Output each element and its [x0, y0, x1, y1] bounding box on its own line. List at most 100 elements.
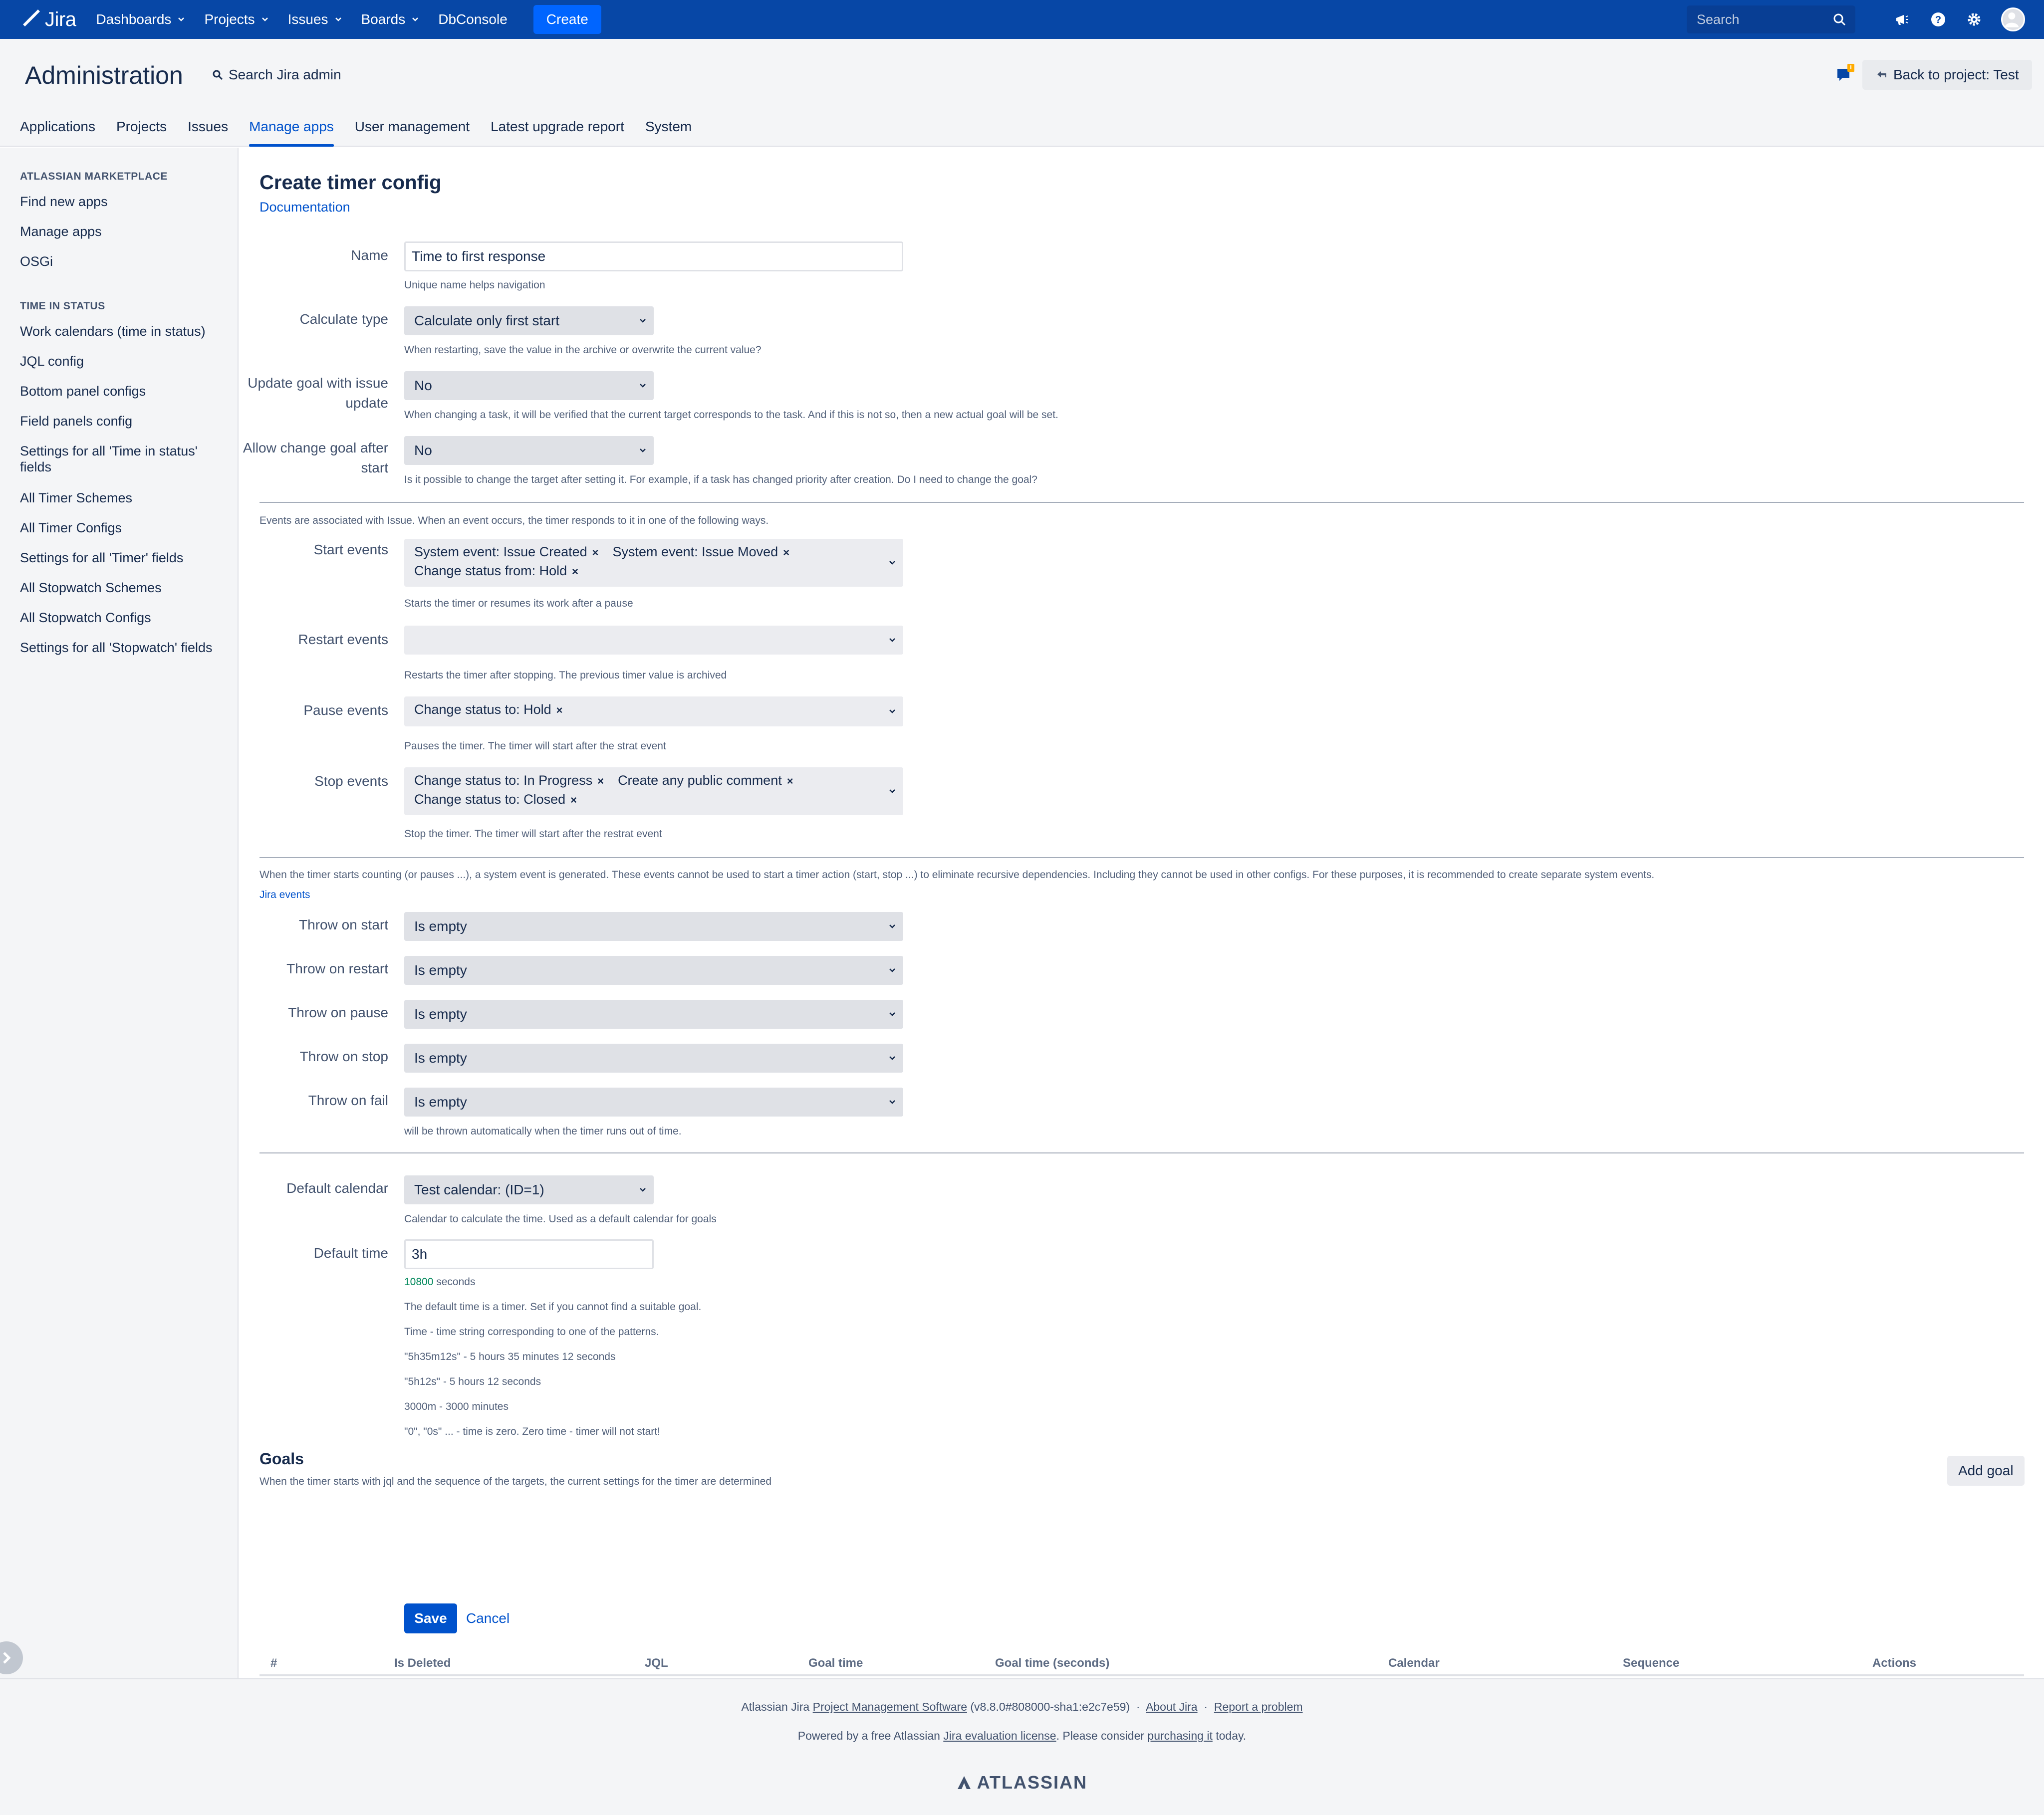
- calculate-type-select[interactable]: Calculate only first start: [404, 306, 654, 335]
- sidebar-item-all-timer-configs[interactable]: All Timer Configs: [20, 520, 230, 536]
- pause-events-multiselect[interactable]: Change status to: Hold ×: [404, 696, 903, 726]
- back-to-project-button[interactable]: Back to project: Test: [1862, 60, 2032, 90]
- remove-tag-icon[interactable]: ×: [597, 775, 604, 787]
- throw-on-fail-label: Throw on fail: [308, 1093, 388, 1108]
- search-icon[interactable]: [1832, 12, 1846, 26]
- nav-issues[interactable]: Issues: [288, 0, 342, 39]
- footer-link-about[interactable]: About Jira: [1146, 1700, 1198, 1713]
- throw-on-start-select[interactable]: Is empty: [404, 912, 903, 941]
- main-content: Create timer config Documentation Name T…: [239, 148, 2044, 1678]
- sidebar-item-jql-config[interactable]: JQL config: [20, 353, 230, 369]
- remove-tag-icon[interactable]: ×: [783, 546, 789, 559]
- admin-search[interactable]: Search Jira admin: [212, 67, 341, 83]
- footer-link-report-problem[interactable]: Report a problem: [1214, 1700, 1303, 1713]
- sidebar-item-osgi[interactable]: OSGi: [20, 253, 230, 269]
- sidebar-item-find-new-apps[interactable]: Find new apps: [20, 194, 230, 210]
- name-input[interactable]: Time to first response: [404, 241, 903, 271]
- remove-tag-icon[interactable]: ×: [572, 565, 578, 578]
- column-header-is-deleted[interactable]: Is Deleted: [394, 1656, 451, 1670]
- footer-link-purchase[interactable]: purchasing it: [1147, 1729, 1212, 1742]
- throw-on-pause-value: Is empty: [414, 1006, 467, 1022]
- default-time-input[interactable]: 3h: [404, 1239, 654, 1269]
- chevron-down-icon: [889, 638, 895, 642]
- column-header-goal-time-seconds[interactable]: Goal time (seconds): [995, 1656, 1109, 1670]
- sidebar-item-settings-timer[interactable]: Settings for all 'Timer' fields: [20, 550, 230, 566]
- throw-on-fail-select[interactable]: Is empty: [404, 1088, 903, 1117]
- sidebar-item-settings-stopwatch[interactable]: Settings for all 'Stopwatch' fields: [20, 640, 230, 656]
- column-header-actions[interactable]: Actions: [1872, 1656, 1916, 1670]
- nav-projects[interactable]: Projects: [204, 0, 268, 39]
- tab-issues[interactable]: Issues: [188, 119, 228, 147]
- throw-on-stop-select[interactable]: Is empty: [404, 1044, 903, 1073]
- column-header-sequence[interactable]: Sequence: [1623, 1656, 1679, 1670]
- tab-system[interactable]: System: [645, 119, 692, 147]
- default-calendar-label: Default calendar: [286, 1180, 388, 1196]
- add-goal-button[interactable]: Add goal: [1947, 1456, 2025, 1486]
- column-header-goal-time[interactable]: Goal time: [808, 1656, 863, 1670]
- sidebar-item-manage-apps[interactable]: Manage apps: [20, 224, 230, 239]
- gear-icon[interactable]: [1965, 10, 1983, 28]
- tab-applications[interactable]: Applications: [20, 119, 95, 147]
- atlassian-logo[interactable]: ATLASSIAN: [0, 1772, 2044, 1793]
- footer-link-license[interactable]: Jira evaluation license: [943, 1729, 1056, 1742]
- column-header-number[interactable]: #: [270, 1656, 277, 1670]
- nav-boards[interactable]: Boards: [361, 0, 420, 39]
- save-button[interactable]: Save: [404, 1603, 457, 1633]
- sidebar-item-settings-time-in-status[interactable]: Settings for all 'Time in status' fields: [20, 443, 230, 475]
- pause-events-hint: Pauses the timer. The timer will start a…: [404, 740, 666, 752]
- remove-tag-icon[interactable]: ×: [787, 775, 793, 787]
- footer-product: Atlassian Jira: [741, 1700, 810, 1713]
- page-title: Administration: [25, 61, 183, 89]
- top-navigation: Jira Dashboards Projects Issues Boards D…: [0, 0, 2044, 39]
- allow-change-select[interactable]: No: [404, 436, 654, 465]
- jira-events-link[interactable]: Jira events: [259, 889, 310, 901]
- jira-logo[interactable]: Jira: [20, 0, 76, 39]
- tab-projects[interactable]: Projects: [116, 119, 167, 147]
- default-calendar-select[interactable]: Test calendar: (ID=1): [404, 1175, 654, 1204]
- footer-link-pm-software[interactable]: Project Management Software: [813, 1700, 967, 1713]
- announcement-icon[interactable]: [1893, 10, 1911, 28]
- remove-tag-icon[interactable]: ×: [592, 546, 599, 559]
- remove-tag-icon[interactable]: ×: [570, 794, 577, 806]
- throw-on-fail-value: Is empty: [414, 1094, 467, 1110]
- nav-dashboards[interactable]: Dashboards: [96, 0, 185, 39]
- chevron-down-icon: [640, 1188, 646, 1192]
- sidebar-item-work-calendars[interactable]: Work calendars (time in status): [20, 323, 230, 339]
- nav-boards-label: Boards: [361, 11, 406, 27]
- stop-events-multiselect[interactable]: Change status to: In Progress × Create any…: [404, 767, 903, 815]
- sidebar-item-all-stopwatch-configs[interactable]: All Stopwatch Configs: [20, 610, 230, 626]
- throw-on-restart-value: Is empty: [414, 962, 467, 978]
- documentation-link[interactable]: Documentation: [259, 200, 350, 215]
- throw-on-start-value: Is empty: [414, 918, 467, 934]
- create-button[interactable]: Create: [533, 5, 601, 34]
- tab-latest-upgrade-report[interactable]: Latest upgrade report: [491, 119, 624, 147]
- tab-user-management[interactable]: User management: [355, 119, 470, 147]
- column-header-calendar[interactable]: Calendar: [1388, 1656, 1440, 1670]
- start-events-label: Start events: [313, 542, 388, 557]
- sidebar-item-all-stopwatch-schemes[interactable]: All Stopwatch Schemes: [20, 580, 230, 596]
- global-search[interactable]: [1687, 5, 1855, 33]
- cancel-link[interactable]: Cancel: [466, 1610, 510, 1626]
- help-icon[interactable]: ?: [1929, 10, 1947, 28]
- stop-event-tag: Change status to: In Progress ×: [414, 771, 604, 790]
- throw-on-pause-label: Throw on pause: [288, 1005, 388, 1020]
- user-avatar[interactable]: [2001, 7, 2025, 31]
- chevron-down-icon: [889, 924, 895, 928]
- nav-dbconsole[interactable]: DbConsole: [438, 0, 508, 39]
- default-time-hint-5: 3000m - 3000 minutes: [404, 1401, 509, 1412]
- default-time-hint-3: "5h35m12s" - 5 hours 35 minutes 12 secon…: [404, 1351, 616, 1362]
- feedback-icon[interactable]: [1834, 62, 1856, 84]
- update-goal-select[interactable]: No: [404, 371, 654, 400]
- sidebar-item-all-timer-schemes[interactable]: All Timer Schemes: [20, 490, 230, 506]
- tab-manage-apps[interactable]: Manage apps: [249, 119, 334, 147]
- sidebar-item-bottom-panel-configs[interactable]: Bottom panel configs: [20, 383, 230, 399]
- throw-on-restart-select[interactable]: Is empty: [404, 956, 903, 985]
- sidebar-item-field-panels-config[interactable]: Field panels config: [20, 413, 230, 429]
- chevron-down-icon: [889, 968, 895, 972]
- global-search-input[interactable]: [1697, 11, 1826, 27]
- start-events-multiselect[interactable]: System event: Issue Created × System event…: [404, 539, 903, 587]
- throw-on-pause-select[interactable]: Is empty: [404, 1000, 903, 1029]
- remove-tag-icon[interactable]: ×: [556, 704, 563, 716]
- column-header-jql[interactable]: JQL: [645, 1656, 668, 1670]
- restart-events-multiselect[interactable]: [404, 626, 903, 655]
